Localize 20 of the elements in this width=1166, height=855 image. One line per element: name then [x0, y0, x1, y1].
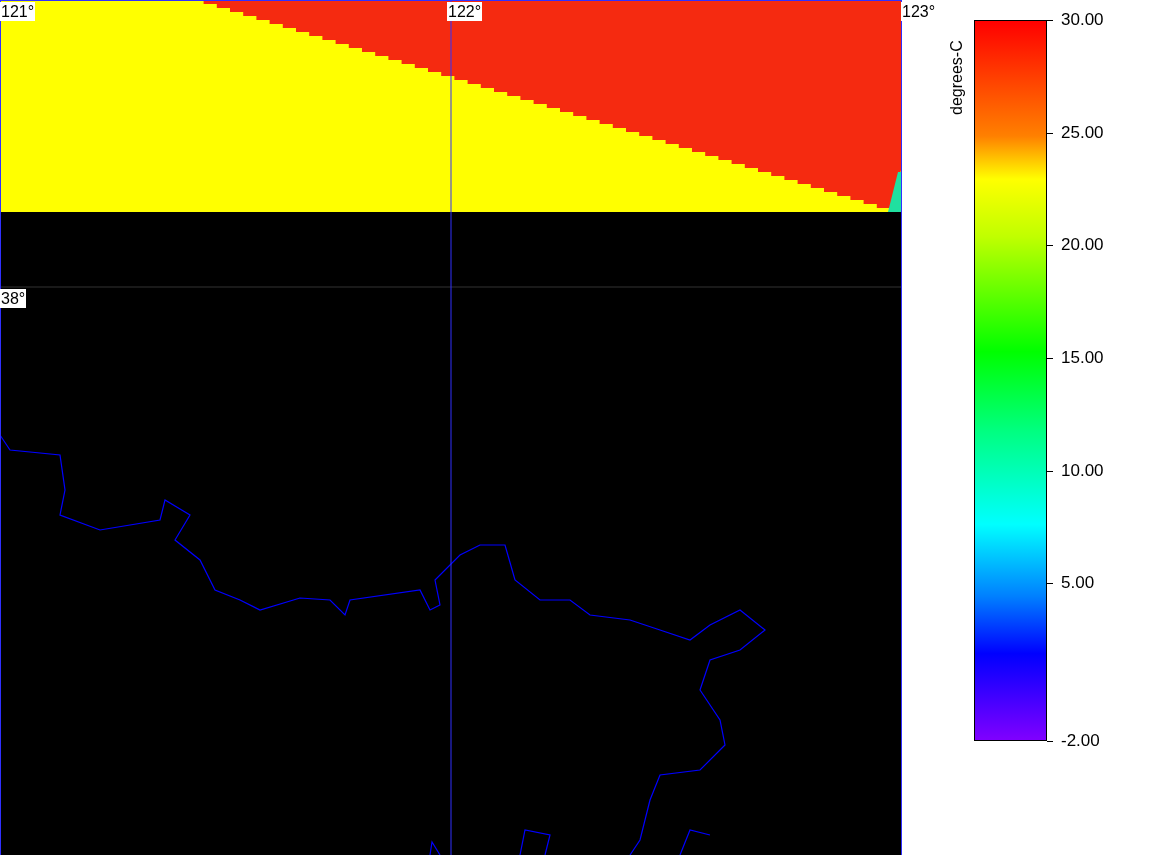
- tick-label: 25.00: [1061, 122, 1104, 143]
- tick-label: -2.00: [1061, 731, 1100, 751]
- tick-mark: [1047, 132, 1053, 134]
- longitude-label: 123°: [901, 2, 937, 21]
- tick-mark: [1047, 741, 1053, 742]
- longitude-label: 121°: [0, 2, 36, 21]
- tick-label: 10.00: [1061, 460, 1104, 481]
- temperature-sliver: [888, 172, 901, 212]
- tick-label: 5.00: [1061, 573, 1095, 594]
- latitude-label: 38°: [0, 289, 27, 308]
- tick-mark: [1047, 245, 1053, 247]
- longitude-label: 122°: [447, 2, 483, 21]
- tick-label: 20.00: [1061, 235, 1104, 256]
- tick-label: 15.00: [1061, 347, 1104, 368]
- tick-mark: [1047, 20, 1053, 21]
- tick-mark: [1047, 583, 1053, 585]
- tick-mark: [1047, 470, 1053, 472]
- tick-mark: [1047, 357, 1053, 359]
- tick-label: 30.00: [1061, 10, 1104, 30]
- unit-label: degrees-C: [948, 39, 966, 115]
